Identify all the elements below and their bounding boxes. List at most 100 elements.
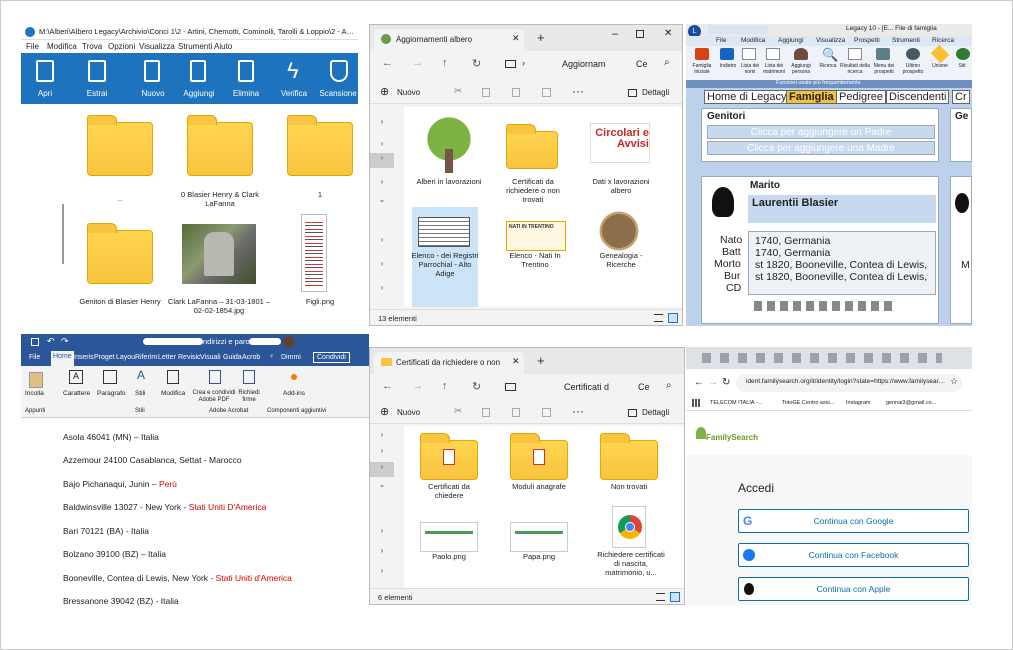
forward-icon[interactable]: →: [708, 377, 718, 388]
nav-expand-icon[interactable]: ›: [370, 446, 394, 461]
menu-modifica[interactable]: Modifica: [47, 42, 77, 51]
paste-icon[interactable]: [29, 372, 43, 388]
search-icon[interactable]: ⌕: [664, 57, 670, 68]
menu-aiuto[interactable]: Aiuto: [214, 42, 232, 51]
tab-home-legacy[interactable]: Home di Legacy: [704, 90, 790, 104]
nav-expand-icon[interactable]: ›: [370, 526, 394, 541]
tab-strip-icons[interactable]: [702, 353, 942, 363]
forward-icon[interactable]: →: [412, 380, 423, 392]
tab-inserisci[interactable]: Inseris: [73, 354, 94, 361]
tab-discendenti[interactable]: Discendenti: [886, 90, 950, 104]
tab-famiglia[interactable]: Famiglia: [786, 90, 837, 104]
new-plus-icon[interactable]: ⊕: [380, 85, 389, 98]
tab-revisione[interactable]: Revisic: [178, 354, 201, 361]
refresh-icon[interactable]: ↻: [472, 380, 481, 393]
window-close-icon[interactable]: ✕: [664, 28, 672, 39]
add-mother-button[interactable]: Clicca per aggiungere una Madre: [707, 141, 935, 155]
gravestone-photo[interactable]: [182, 224, 256, 284]
nav-collapse-icon[interactable]: ⌄: [370, 195, 394, 210]
person-icons-row[interactable]: [754, 301, 894, 311]
menu-trova[interactable]: Trova: [82, 42, 102, 51]
cut-icon[interactable]: ✂: [454, 86, 462, 97]
quick-toolbar[interactable]: [708, 25, 768, 34]
nati-image[interactable]: NATI IN TRENTINO: [506, 221, 566, 251]
folder-icon[interactable]: [87, 223, 153, 284]
refresh-icon[interactable]: ↻: [472, 57, 481, 70]
bookmark-telecom[interactable]: TELECOM ITALIA -...: [710, 400, 762, 406]
sites-icon[interactable]: [956, 48, 970, 60]
maximize-icon[interactable]: [636, 30, 644, 38]
pdf-label[interactable]: Crea e condividi Adobe PDF: [191, 390, 237, 404]
nav-expand-icon[interactable]: ›: [370, 139, 394, 154]
details-button[interactable]: Dettagli: [642, 88, 669, 97]
tell-me-field[interactable]: Dimmi: [281, 354, 301, 361]
bookmark-gmail[interactable]: gennai3@gmail.co...: [886, 400, 936, 406]
addins-icon[interactable]: [291, 374, 297, 380]
circolari-image[interactable]: Circolari e Avvisi: [590, 123, 650, 163]
list-view-icon[interactable]: [656, 593, 665, 601]
tab-layout[interactable]: Layou: [116, 354, 135, 361]
names-list-icon[interactable]: [742, 48, 756, 60]
paste-icon[interactable]: [512, 408, 520, 417]
bookmark-instagram[interactable]: Instagram: [846, 400, 870, 406]
paste-icon[interactable]: [512, 88, 520, 97]
menu-file[interactable]: File: [716, 37, 726, 44]
nav-expand-icon[interactable]: ›: [370, 430, 394, 445]
new-button[interactable]: Nuovo: [397, 408, 420, 417]
image-thumbnail[interactable]: [510, 522, 568, 552]
menu-file[interactable]: File: [26, 42, 39, 51]
avatar[interactable]: [283, 336, 295, 348]
styles-label[interactable]: Stili: [135, 390, 145, 397]
tab-aggiornamenti[interactable]: Aggiornamenti albero ✕: [374, 29, 524, 51]
more-icon[interactable]: ···: [572, 84, 584, 98]
add-father-button[interactable]: Clicca per aggiungere un Padre: [707, 125, 935, 139]
elimina-button[interactable]: Elimina: [229, 58, 263, 102]
apri-button[interactable]: Apri: [31, 58, 59, 102]
folder-icon[interactable]: [187, 115, 253, 176]
tab-riferimenti[interactable]: Riferim: [135, 354, 157, 361]
nav-expand-icon[interactable]: ›: [370, 117, 394, 132]
nav-expand-icon[interactable]: ›: [370, 462, 394, 477]
family-home-icon[interactable]: [695, 48, 709, 60]
menu-strumenti[interactable]: Strumenti: [892, 37, 920, 44]
add-tab-icon[interactable]: +: [537, 353, 545, 368]
nav-expand-icon[interactable]: ›: [370, 177, 394, 192]
aggiungi-button[interactable]: Aggiungi: [181, 58, 217, 102]
menu-opzioni[interactable]: Opzioni: [108, 42, 135, 51]
scansione-button[interactable]: Scansione: [319, 58, 357, 102]
bookmark-totoge[interactable]: TotoGE Centro assi...: [782, 400, 834, 406]
folder-pdf-icon[interactable]: [510, 433, 568, 480]
marriages-list-icon[interactable]: [766, 48, 780, 60]
list-view-icon[interactable]: [654, 314, 663, 322]
address-bar[interactable]: ident.familysearch.org/it/identity/login…: [736, 374, 962, 392]
font-label[interactable]: Carattere: [63, 390, 90, 397]
nav-expand-icon[interactable]: ›: [370, 153, 394, 168]
save-icon[interactable]: [31, 338, 39, 346]
search-icon[interactable]: ⌕: [666, 380, 672, 391]
pdf-icon[interactable]: [209, 370, 221, 384]
facebook-signin-button[interactable]: Continua con Facebook: [738, 543, 969, 567]
add-person-icon[interactable]: [794, 48, 808, 60]
nav-expand-icon[interactable]: ›: [370, 259, 394, 274]
scrollbar[interactable]: [62, 204, 64, 264]
menu-strumenti[interactable]: Strumenti: [178, 42, 212, 51]
tab-file[interactable]: File: [29, 354, 40, 361]
copy-icon[interactable]: [482, 408, 490, 417]
styles-icon[interactable]: A: [137, 368, 145, 382]
sign-label[interactable]: Richiedi firme: [237, 390, 261, 404]
cut-icon[interactable]: ✂: [454, 406, 462, 417]
paragraph-label[interactable]: Paragrafo: [97, 390, 126, 397]
menu-ricerca[interactable]: Ricerca: [932, 37, 954, 44]
folder-icon[interactable]: [287, 115, 353, 176]
back-icon[interactable]: ←: [382, 380, 393, 392]
tab-lettere[interactable]: Letter: [158, 354, 176, 361]
verifica-button[interactable]: ϟ Verifica: [277, 58, 311, 102]
tab-pedigree[interactable]: Pedigree: [836, 90, 887, 104]
last-report-icon[interactable]: [906, 48, 920, 60]
share-button[interactable]: Condividi: [313, 352, 350, 363]
rename-icon[interactable]: [542, 88, 551, 97]
folder-icon[interactable]: [506, 124, 558, 169]
back-icon[interactable]: ←: [382, 57, 393, 69]
nuovo-button[interactable]: Nuovo: [137, 58, 169, 102]
search-field[interactable]: Ce: [638, 382, 650, 392]
